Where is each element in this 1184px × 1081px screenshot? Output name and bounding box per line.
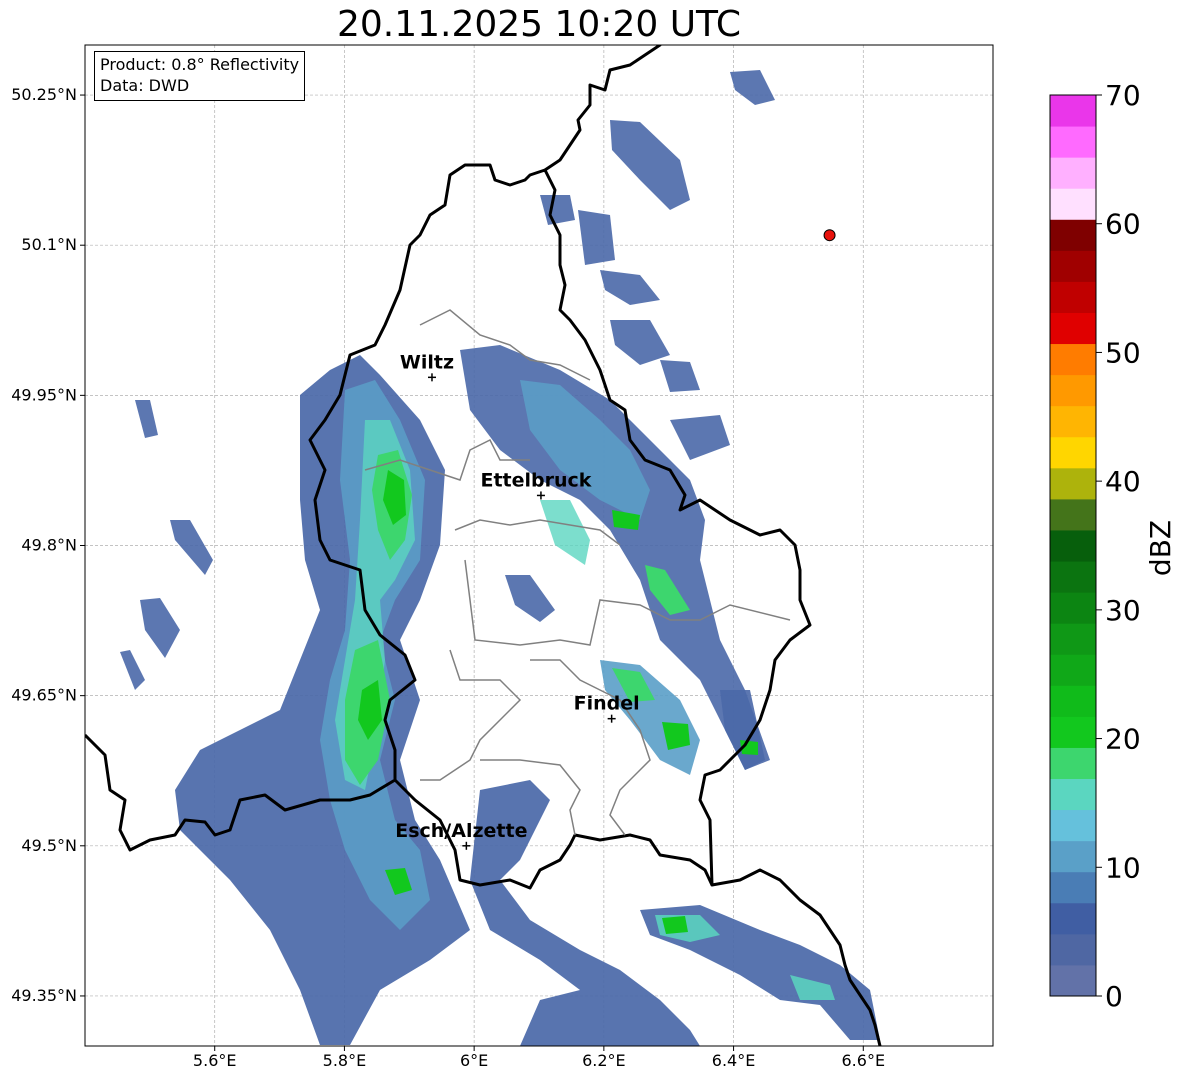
colorbar-tick-label: 10 [1105, 851, 1141, 884]
city-label: Ettelbruck [480, 469, 591, 491]
product-info-box: Product: 0.8° Reflectivity Data: DWD [94, 51, 306, 101]
colorbar-segment [1050, 188, 1096, 220]
colorbar-segment [1050, 250, 1096, 282]
x-tick-label: 5.6°E [193, 1051, 237, 1070]
y-tick-label: 49.35°N [11, 986, 77, 1005]
colorbar-segment [1050, 281, 1096, 313]
colorbar-tick-label: 30 [1105, 594, 1141, 627]
colorbar-segment [1050, 592, 1096, 624]
colorbar-segment [1050, 623, 1096, 655]
colorbar [1050, 95, 1096, 997]
colorbar-segment [1050, 747, 1096, 780]
colorbar-segment [1050, 529, 1096, 562]
colorbar-segment [1050, 343, 1096, 376]
colorbar-segment [1050, 219, 1096, 251]
city-label: Wiltz [400, 351, 454, 373]
colorbar-segment [1050, 467, 1096, 500]
colorbar-tick-label: 70 [1105, 79, 1141, 112]
x-tick-label: 6°E [460, 1051, 488, 1070]
colorbar-segment [1050, 840, 1096, 873]
colorbar-segment [1050, 312, 1096, 345]
colorbar-segment [1050, 778, 1096, 811]
y-tick-label: 50.25°N [11, 85, 77, 104]
colorbar-segment [1050, 405, 1096, 438]
radar-map-figure: 5.6°E 5.8°E 6°E 6.2°E 6.4°E 6.6°E 50.25°N 50.1°… [11, 44, 1177, 1070]
colorbar-segment [1050, 716, 1096, 748]
colorbar-segment [1050, 561, 1096, 593]
echo-se-green [662, 916, 688, 934]
colorbar-ticks: 0 10 20 30 40 50 60 70 [1096, 79, 1141, 1013]
colorbar-segment [1050, 933, 1096, 966]
colorbar-segment [1050, 157, 1096, 189]
colorbar-segment [1050, 374, 1096, 407]
colorbar-segment [1050, 964, 1096, 997]
colorbar-segment [1050, 902, 1096, 935]
x-tick-label: 6.6°E [842, 1051, 886, 1070]
colorbar-tick-label: 60 [1105, 208, 1141, 241]
colorbar-segment [1050, 95, 1096, 127]
city-label: Esch/Alzette [395, 820, 527, 842]
colorbar-segment [1050, 809, 1096, 842]
city-label: Findel [574, 693, 640, 715]
colorbar-label: dBZ [1144, 520, 1177, 576]
colorbar-tick-label: 0 [1105, 980, 1123, 1013]
colorbar-tick-label: 50 [1105, 336, 1141, 369]
x-tick-label: 6.2°E [582, 1051, 626, 1070]
colorbar-segment [1050, 126, 1096, 158]
colorbar-segment [1050, 654, 1096, 686]
y-tick-label: 50.1°N [21, 235, 77, 254]
product-label: Product: 0.8° Reflectivity [100, 55, 300, 74]
colorbar-segment [1050, 436, 1096, 469]
colorbar-tick-label: 20 [1105, 723, 1141, 756]
y-tick-label: 49.95°N [11, 385, 77, 404]
colorbar-segment [1050, 498, 1096, 531]
y-tick-label: 49.5°N [21, 836, 77, 855]
x-tick-label: 5.8°E [323, 1051, 367, 1070]
colorbar-tick-label: 40 [1105, 465, 1141, 498]
colorbar-segment [1050, 685, 1096, 717]
data-source-label: Data: DWD [100, 76, 190, 95]
y-tick-label: 49.8°N [21, 536, 77, 555]
colorbar-segment [1050, 871, 1096, 904]
radar-site-marker [823, 229, 836, 242]
y-tick-label: 49.65°N [11, 686, 77, 705]
x-tick-label: 6.4°E [712, 1051, 756, 1070]
